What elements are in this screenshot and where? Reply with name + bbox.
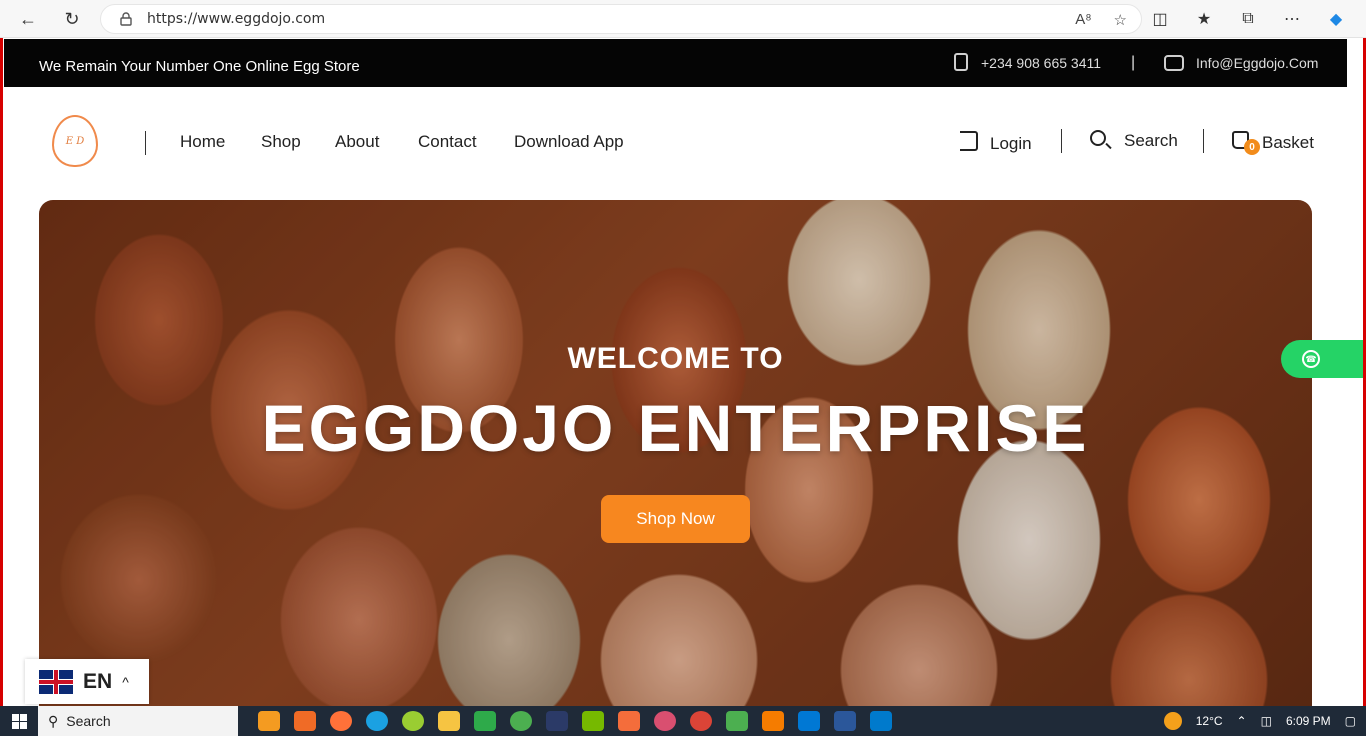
top-info-bar: We Remain Your Number One Online Egg Sto… — [4, 39, 1347, 87]
copilot-icon[interactable]: ◆ — [1318, 4, 1354, 34]
windows-start-icon[interactable] — [0, 706, 38, 736]
graphics-icon[interactable] — [762, 711, 784, 731]
whatsapp-icon: ☎ — [1302, 350, 1320, 368]
xampp-icon[interactable] — [294, 711, 316, 731]
collections-icon[interactable]: ⧉ — [1230, 4, 1266, 34]
read-aloud-icon[interactable]: A⁸ — [1075, 11, 1091, 29]
basket-link[interactable]: Basket — [1262, 133, 1314, 153]
basket-count-badge: 0 — [1244, 139, 1260, 155]
uk-flag-icon — [39, 669, 73, 694]
nav-home[interactable]: Home — [180, 132, 225, 152]
logo-divider — [145, 131, 146, 155]
notification-icon[interactable]: ▢ — [1345, 714, 1356, 728]
sublime-icon[interactable] — [258, 711, 280, 731]
system-tray: 12°C ⌃ ◫ 6:09 PM ▢ — [1163, 706, 1356, 736]
utorrent-icon[interactable] — [510, 711, 532, 731]
taskbar-apps — [258, 711, 892, 731]
phone-icon — [954, 53, 968, 71]
taskbar-search[interactable]: ⚲ Search — [38, 706, 238, 736]
caret-up-icon: ^ — [122, 673, 129, 690]
site-header: E D Home Shop About Contact Download App… — [4, 87, 1347, 199]
firefox-icon[interactable] — [330, 711, 352, 731]
chrome-icon[interactable] — [690, 711, 712, 731]
nav-shop[interactable]: Shop — [261, 132, 301, 152]
logo-text: E D — [65, 135, 85, 147]
windows-taskbar: ⚲ Search 12°C ⌃ ◫ 6:09 PM ▢ — [0, 706, 1366, 736]
browser-toolbar: ← ↻ https://www.eggdojo.com A⁸ ☆ ◫ ★ ⧉ ⋯… — [0, 0, 1366, 38]
time[interactable]: 6:09 PM — [1286, 714, 1331, 728]
nav-download-app[interactable]: Download App — [514, 132, 624, 152]
edge-icon[interactable] — [366, 711, 388, 731]
action-divider-2 — [1203, 129, 1204, 153]
nav-about[interactable]: About — [335, 132, 379, 152]
search-icon[interactable] — [1090, 130, 1106, 146]
search-glass-icon: ⚲ — [48, 712, 59, 729]
more-icon[interactable]: ⋯ — [1274, 4, 1310, 34]
shop-now-button[interactable]: Shop Now — [601, 495, 750, 543]
action-divider-1 — [1061, 129, 1062, 153]
login-link[interactable]: Login — [990, 134, 1032, 154]
temperature[interactable]: 12°C — [1196, 714, 1223, 728]
login-icon[interactable] — [960, 131, 978, 151]
tray-app-icon[interactable]: ◫ — [1261, 714, 1272, 728]
h-app-icon[interactable] — [546, 711, 568, 731]
git-icon[interactable] — [618, 711, 640, 731]
url-text: https://www.eggdojo.com — [147, 11, 326, 27]
hero-banner: WELCOME TO EGGDOJO ENTERPRISE Shop Now — [39, 200, 1312, 706]
hero-welcome: WELCOME TO — [567, 342, 784, 375]
weather-icon[interactable] — [1163, 712, 1182, 730]
whatsapp-button[interactable]: ☎ — [1281, 340, 1363, 378]
back-icon[interactable]: ← — [10, 4, 46, 34]
phone-number[interactable]: +234 908 665 3411 — [981, 55, 1101, 71]
refresh-icon[interactable]: ↻ — [54, 4, 90, 34]
tagline: We Remain Your Number One Online Egg Sto… — [39, 58, 360, 75]
email-address[interactable]: Info@Eggdojo.Com — [1196, 55, 1318, 71]
split-screen-icon[interactable]: ◫ — [1142, 4, 1178, 34]
web-page: We Remain Your Number One Online Egg Sto… — [0, 38, 1366, 706]
brain-icon[interactable] — [654, 711, 676, 731]
lock-icon — [120, 12, 132, 26]
address-bar[interactable]: https://www.eggdojo.com A⁸ ☆ — [100, 4, 1142, 34]
mail-icon — [1164, 55, 1184, 71]
vpn-icon[interactable] — [474, 711, 496, 731]
language-code: EN — [83, 669, 113, 693]
favorite-icon[interactable]: ☆ — [1114, 11, 1127, 29]
language-selector[interactable]: EN ^ — [25, 659, 149, 704]
tray-up-icon[interactable]: ⌃ — [1237, 714, 1247, 728]
outlook-icon[interactable] — [798, 711, 820, 731]
game-icon[interactable] — [582, 711, 604, 731]
vscode-icon[interactable] — [870, 711, 892, 731]
file-explorer-icon[interactable] — [438, 711, 460, 731]
info-separator: | — [1131, 54, 1136, 71]
taskbar-search-label: Search — [66, 713, 111, 729]
word-icon[interactable] — [834, 711, 856, 731]
favorites-icon[interactable]: ★ — [1186, 4, 1222, 34]
site-logo[interactable]: E D — [52, 115, 98, 167]
search-link[interactable]: Search — [1124, 131, 1178, 151]
nav-contact[interactable]: Contact — [418, 132, 477, 152]
hero-title: EGGDOJO ENTERPRISE — [261, 391, 1090, 465]
camtasia-icon[interactable] — [726, 711, 748, 731]
app-icon[interactable] — [402, 711, 424, 731]
